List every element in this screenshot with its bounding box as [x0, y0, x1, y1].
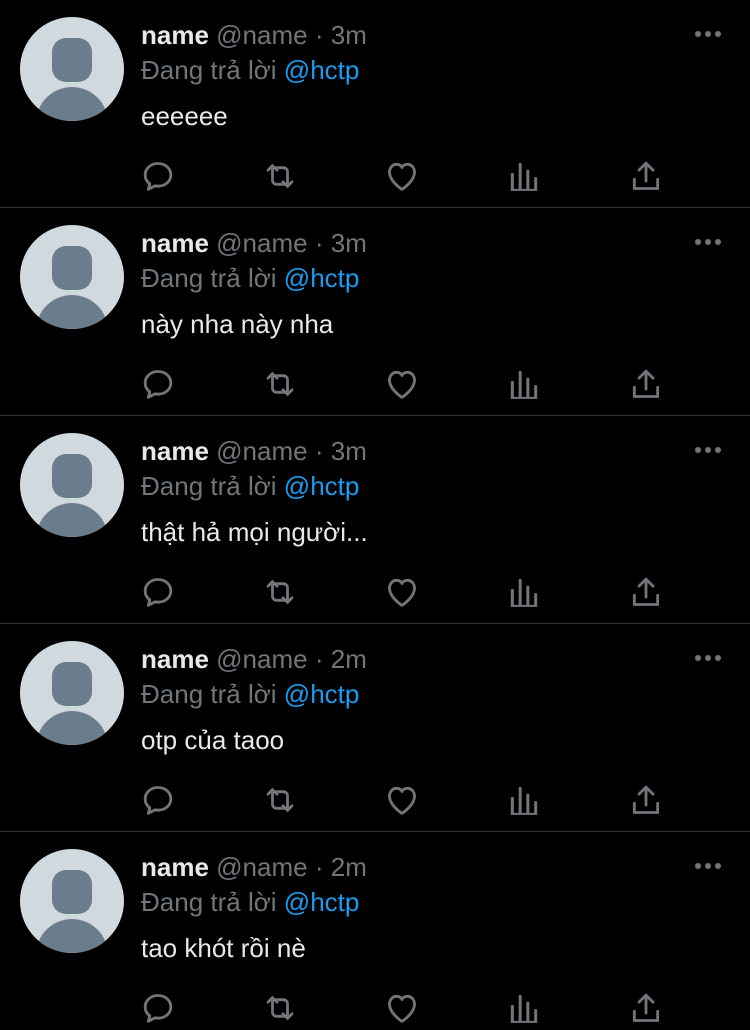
avatar[interactable] — [20, 641, 124, 745]
reply-mention-link[interactable]: @hctp — [284, 55, 360, 85]
analytics-icon[interactable] — [504, 572, 544, 612]
reply-context: Đang trả lời @hctp — [141, 468, 359, 504]
share-icon[interactable] — [626, 572, 666, 612]
tweet-actions — [0, 982, 750, 1030]
display-name[interactable]: name — [141, 644, 209, 674]
more-icon[interactable] — [690, 438, 726, 462]
reply-context: Đang trả lời @hctp — [141, 260, 359, 296]
reply-prefix: Đang trả lời — [141, 471, 277, 501]
retweet-icon[interactable] — [260, 364, 300, 404]
more-icon[interactable] — [690, 22, 726, 46]
retweet-icon[interactable] — [260, 780, 300, 820]
handle[interactable]: @name — [216, 852, 307, 882]
timestamp[interactable]: 3m — [331, 20, 367, 50]
retweet-icon[interactable] — [260, 572, 300, 612]
analytics-icon[interactable] — [504, 988, 544, 1028]
tweet[interactable]: name @name · 3m Đang trả lời @hctp eeeee… — [0, 0, 750, 208]
share-icon[interactable] — [626, 988, 666, 1028]
more-icon[interactable] — [690, 646, 726, 670]
reply-icon[interactable] — [138, 156, 178, 196]
tweet-actions — [0, 774, 750, 826]
handle[interactable]: @name — [216, 20, 307, 50]
reply-icon[interactable] — [138, 988, 178, 1028]
handle[interactable]: @name — [216, 228, 307, 258]
reply-context: Đang trả lời @hctp — [141, 884, 359, 920]
avatar[interactable] — [20, 17, 124, 121]
reply-prefix: Đang trả lời — [141, 55, 277, 85]
reply-prefix: Đang trả lời — [141, 679, 277, 709]
handle[interactable]: @name — [216, 644, 307, 674]
more-icon[interactable] — [690, 230, 726, 254]
share-icon[interactable] — [626, 780, 666, 820]
tweet-actions — [0, 566, 750, 618]
separator-dot: · — [314, 436, 324, 466]
tweet-text: này nha này nha — [141, 309, 334, 339]
avatar[interactable] — [20, 225, 124, 329]
like-icon[interactable] — [382, 156, 422, 196]
tweet-header: name @name · 2m — [141, 641, 367, 677]
timestamp[interactable]: 2m — [331, 852, 367, 882]
timestamp[interactable]: 2m — [331, 644, 367, 674]
analytics-icon[interactable] — [504, 156, 544, 196]
timeline: name @name · 3m Đang trả lời @hctp eeeee… — [0, 0, 750, 1030]
share-icon[interactable] — [626, 364, 666, 404]
reply-context: Đang trả lời @hctp — [141, 52, 359, 88]
display-name[interactable]: name — [141, 852, 209, 882]
tweet-header: name @name · 3m — [141, 225, 367, 261]
timestamp[interactable]: 3m — [331, 228, 367, 258]
reply-icon[interactable] — [138, 572, 178, 612]
reply-prefix: Đang trả lời — [141, 263, 277, 293]
retweet-icon[interactable] — [260, 988, 300, 1028]
tweet[interactable]: name @name · 3m Đang trả lời @hctp thật … — [0, 416, 750, 624]
avatar[interactable] — [20, 849, 124, 953]
like-icon[interactable] — [382, 988, 422, 1028]
reply-mention-link[interactable]: @hctp — [284, 679, 360, 709]
display-name[interactable]: name — [141, 228, 209, 258]
handle[interactable]: @name — [216, 436, 307, 466]
timestamp[interactable]: 3m — [331, 436, 367, 466]
analytics-icon[interactable] — [504, 364, 544, 404]
share-icon[interactable] — [626, 156, 666, 196]
separator-dot: · — [314, 20, 324, 50]
reply-prefix: Đang trả lời — [141, 887, 277, 917]
tweet[interactable]: name @name · 2m Đang trả lời @hctp otp c… — [0, 624, 750, 832]
tweet-text: thật hả mọi người... — [141, 517, 368, 547]
like-icon[interactable] — [382, 364, 422, 404]
tweet-actions — [0, 358, 750, 410]
reply-mention-link[interactable]: @hctp — [284, 263, 360, 293]
tweet-text: tao khót rồi nè — [141, 933, 306, 963]
tweet[interactable]: name @name · 2m Đang trả lời @hctp tao k… — [0, 832, 750, 1030]
reply-mention-link[interactable]: @hctp — [284, 471, 360, 501]
reply-icon[interactable] — [138, 780, 178, 820]
separator-dot: · — [314, 852, 324, 882]
reply-mention-link[interactable]: @hctp — [284, 887, 360, 917]
tweet-actions — [0, 150, 750, 202]
more-icon[interactable] — [690, 854, 726, 878]
reply-context: Đang trả lời @hctp — [141, 676, 359, 712]
separator-dot: · — [314, 228, 324, 258]
tweet-header: name @name · 2m — [141, 849, 367, 885]
separator-dot: · — [314, 644, 324, 674]
reply-icon[interactable] — [138, 364, 178, 404]
avatar[interactable] — [20, 433, 124, 537]
tweet[interactable]: name @name · 3m Đang trả lời @hctp này n… — [0, 208, 750, 416]
like-icon[interactable] — [382, 780, 422, 820]
tweet-text: eeeeee — [141, 101, 228, 131]
retweet-icon[interactable] — [260, 156, 300, 196]
like-icon[interactable] — [382, 572, 422, 612]
analytics-icon[interactable] — [504, 780, 544, 820]
tweet-header: name @name · 3m — [141, 17, 367, 53]
tweet-text: otp của taoo — [141, 725, 285, 755]
display-name[interactable]: name — [141, 20, 209, 50]
tweet-header: name @name · 3m — [141, 433, 367, 469]
display-name[interactable]: name — [141, 436, 209, 466]
